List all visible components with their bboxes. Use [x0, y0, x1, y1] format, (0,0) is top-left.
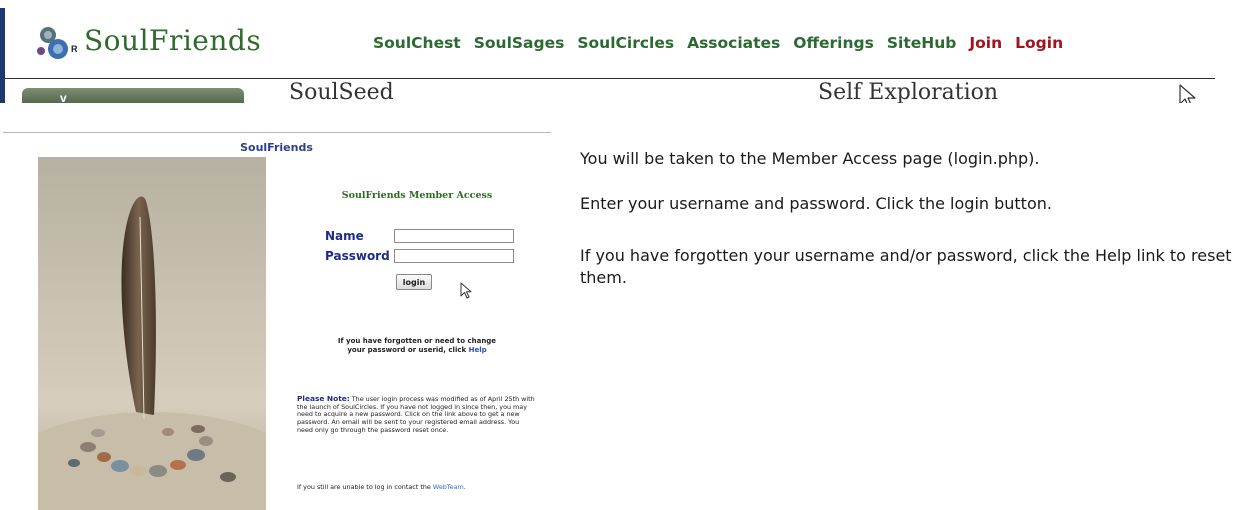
- webteam-suffix: .: [463, 483, 466, 491]
- logo-text: SoulFriends: [84, 24, 262, 57]
- pill-glyph: v: [60, 91, 67, 103]
- forgot-password-text: If you have forgotten or need to change …: [287, 337, 547, 355]
- header-left-bar: [0, 8, 5, 103]
- please-note-block: Please Note: The user login process was …: [297, 395, 537, 435]
- nav-offerings[interactable]: Offerings: [793, 34, 874, 56]
- help-link[interactable]: Help: [469, 346, 487, 354]
- main-nav: SoulChest SoulSages SoulCircles Associat…: [373, 34, 1076, 56]
- nav-associates[interactable]: Associates: [687, 34, 780, 56]
- logo-registered-mark: R: [71, 44, 78, 54]
- header-divider: [5, 78, 1215, 79]
- nav-soulsages[interactable]: SoulSages: [474, 34, 565, 56]
- webteam-link[interactable]: WebTeam: [433, 483, 464, 491]
- instruction-step-1: You will be taken to the Member Access p…: [580, 149, 1040, 168]
- login-page-title: SoulFriends: [240, 141, 313, 154]
- self-exploration-heading: Self Exploration: [818, 80, 999, 103]
- member-access-heading: SoulFriends Member Access: [341, 190, 493, 201]
- mouse-pointer-icon: [1179, 84, 1196, 103]
- nav-login[interactable]: Login: [1015, 34, 1063, 56]
- screenshot-top-rule: [3, 132, 551, 133]
- mouse-pointer-icon: [460, 282, 472, 299]
- login-page-screenshot: SoulFriends SoulFriends Member Access Na…: [0, 132, 553, 510]
- soulseed-heading: SoulSeed: [289, 80, 394, 103]
- please-note-label: Please Note:: [297, 394, 350, 403]
- feather-photo: [38, 157, 266, 510]
- webteam-contact-line: If you still are unable to log in contac…: [297, 483, 537, 491]
- nav-soulcircles[interactable]: SoulCircles: [577, 34, 674, 56]
- nav-sitehub[interactable]: SiteHub: [887, 34, 957, 56]
- name-input[interactable]: [394, 229, 514, 243]
- forgot-line-1: If you have forgotten or need to change: [337, 337, 497, 345]
- instruction-step-3: If you have forgotten your username and/…: [580, 246, 1232, 287]
- site-logo[interactable]: R SoulFriends: [36, 22, 261, 62]
- login-button[interactable]: login: [396, 274, 432, 290]
- name-label: Name: [325, 229, 364, 243]
- nav-join[interactable]: Join: [969, 34, 1002, 56]
- nav-soulchest[interactable]: SoulChest: [373, 34, 461, 56]
- password-input[interactable]: [394, 249, 514, 263]
- logo-mark-icon: [37, 27, 68, 59]
- instruction-step-2: Enter your username and password. Click …: [580, 194, 1052, 213]
- menu-pill-button[interactable]: v: [22, 88, 244, 103]
- site-header: R SoulFriends SoulChest SoulSages SoulCi…: [0, 0, 1255, 103]
- password-label: Password: [325, 249, 390, 263]
- webteam-prefix: If you still are unable to log in contac…: [297, 483, 431, 491]
- forgot-line-2: your password or userid, click: [347, 346, 467, 354]
